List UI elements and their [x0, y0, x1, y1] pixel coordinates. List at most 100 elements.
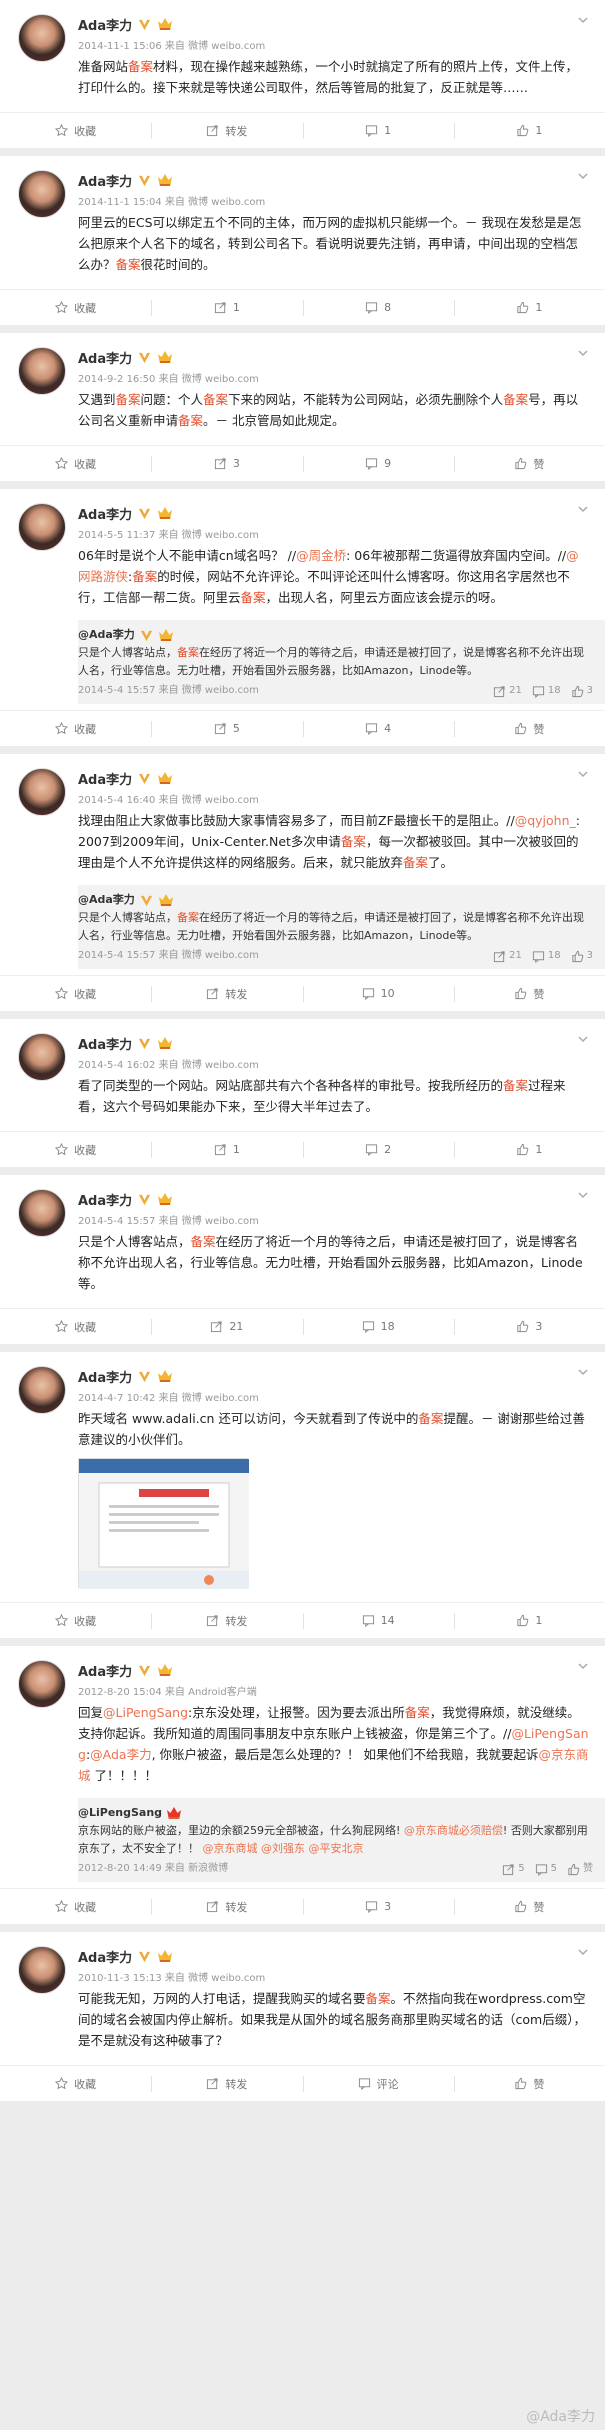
favorite-button[interactable]: 收藏 — [0, 1309, 151, 1344]
repost-button[interactable]: 3 — [151, 446, 302, 481]
repost-button[interactable]: 转发 — [151, 1603, 302, 1638]
reposted-original[interactable]: @LiPengSang 京东网站的账户被盗，里边的余额259元全部被盗，什么狗屁网… — [78, 1798, 605, 1882]
mention-link[interactable]: @周金桥 — [296, 548, 346, 563]
original-like-count[interactable]: 3 — [571, 682, 593, 700]
like-button[interactable]: 赞 — [453, 976, 605, 1011]
comment-button[interactable]: 4 — [302, 711, 454, 746]
author-name[interactable]: Ada李力 — [78, 1661, 132, 1680]
chevron-down-icon[interactable] — [577, 1033, 589, 1045]
avatar[interactable] — [18, 1189, 66, 1237]
repost-button[interactable]: 转发 — [151, 1889, 302, 1924]
mention-link[interactable]: @平安北京 — [309, 1842, 364, 1855]
comment-button[interactable]: 18 — [302, 1309, 454, 1344]
like-button[interactable]: 1 — [453, 1132, 605, 1167]
like-button[interactable]: 1 — [453, 113, 605, 148]
favorite-button[interactable]: 收藏 — [0, 711, 151, 746]
mention-link[interactable]: @LiPengSang — [103, 1705, 188, 1720]
comment-button[interactable]: 14 — [302, 1603, 454, 1638]
favorite-button[interactable]: 收藏 — [0, 1132, 151, 1167]
verified-v-icon — [139, 1371, 151, 1382]
comment-icon — [532, 950, 544, 963]
author-name[interactable]: Ada李力 — [78, 769, 132, 788]
avatar[interactable] — [18, 1660, 66, 1708]
original-repost-count[interactable]: 21 — [493, 682, 522, 700]
chevron-down-icon[interactable] — [577, 170, 589, 182]
author-name[interactable]: Ada李力 — [78, 348, 132, 367]
comment-button[interactable]: 8 — [302, 290, 454, 325]
author-name[interactable]: Ada李力 — [78, 1367, 132, 1386]
repost-button[interactable]: 转发 — [151, 976, 302, 1011]
original-comment-count[interactable]: 5 — [535, 1860, 557, 1878]
reposted-original[interactable]: @Ada李力 只是个人博客站点，备案在经历了将近一个月的等待之后，申请还是被打回了… — [78, 885, 605, 969]
author-name[interactable]: Ada李力 — [78, 1190, 132, 1209]
avatar[interactable] — [18, 14, 66, 62]
comment-button[interactable]: 9 — [302, 446, 454, 481]
like-button[interactable]: 1 — [453, 1603, 605, 1638]
repost-button[interactable]: 转发 — [151, 2066, 302, 2101]
author-name[interactable]: Ada李力 — [78, 1947, 132, 1966]
favorite-button[interactable]: 收藏 — [0, 113, 151, 148]
avatar[interactable] — [18, 170, 66, 218]
favorite-button[interactable]: 收藏 — [0, 1603, 151, 1638]
avatar[interactable] — [18, 1033, 66, 1081]
original-like-count[interactable]: 赞 — [567, 1860, 593, 1878]
repost-button[interactable]: 转发 — [151, 113, 302, 148]
like-icon — [517, 1320, 529, 1333]
original-repost-count[interactable]: 5 — [502, 1860, 525, 1878]
mention-link[interactable]: @京东商城必须赔偿 — [404, 1824, 503, 1837]
comment-button[interactable]: 3 — [302, 1889, 454, 1924]
favorite-button[interactable]: 收藏 — [0, 446, 151, 481]
mention-link[interactable]: @京东商城 — [203, 1842, 258, 1855]
favorite-button[interactable]: 收藏 — [0, 1889, 151, 1924]
chevron-down-icon[interactable] — [577, 347, 589, 359]
mention-link[interactable]: @刘强东 — [261, 1842, 305, 1855]
comment-button[interactable]: 10 — [302, 976, 454, 1011]
post-image-thumbnail[interactable] — [78, 1458, 249, 1589]
chevron-down-icon[interactable] — [577, 1189, 589, 1201]
original-repost-count[interactable]: 21 — [493, 947, 522, 965]
like-button[interactable]: 赞 — [453, 2066, 605, 2101]
like-label: 1 — [535, 124, 543, 137]
comment-button[interactable]: 2 — [302, 1132, 454, 1167]
avatar[interactable] — [18, 347, 66, 395]
original-author-name[interactable]: @Ada李力 — [78, 891, 135, 909]
author-name[interactable]: Ada李力 — [78, 504, 132, 523]
original-author-name[interactable]: @Ada李力 — [78, 626, 135, 644]
repost-button[interactable]: 1 — [151, 1132, 302, 1167]
like-button[interactable]: 1 — [453, 290, 605, 325]
chevron-down-icon[interactable] — [577, 1660, 589, 1672]
original-comment-count[interactable]: 18 — [532, 947, 561, 965]
like-button[interactable]: 赞 — [453, 446, 605, 481]
avatar[interactable] — [18, 1366, 66, 1414]
favorite-button[interactable]: 收藏 — [0, 290, 151, 325]
like-button[interactable]: 赞 — [453, 711, 605, 746]
author-name[interactable]: Ada李力 — [78, 171, 132, 190]
author-name[interactable]: Ada李力 — [78, 15, 132, 34]
original-comment-count[interactable]: 18 — [532, 682, 561, 700]
repost-button[interactable]: 21 — [151, 1309, 302, 1344]
mention-link[interactable]: @Ada李力 — [90, 1747, 151, 1762]
like-button[interactable]: 赞 — [453, 1889, 605, 1924]
comment-button[interactable]: 评论 — [302, 2066, 454, 2101]
original-like-count[interactable]: 3 — [571, 947, 593, 965]
repost-button[interactable]: 1 — [151, 290, 302, 325]
repost-button[interactable]: 5 — [151, 711, 302, 746]
repost-label: 1 — [232, 1143, 240, 1156]
avatar[interactable] — [18, 503, 66, 551]
chevron-down-icon[interactable] — [577, 503, 589, 515]
favorite-button[interactable]: 收藏 — [0, 2066, 151, 2101]
avatar[interactable] — [18, 768, 66, 816]
original-author-name[interactable]: @LiPengSang — [78, 1804, 162, 1822]
chevron-down-icon[interactable] — [577, 768, 589, 780]
like-button[interactable]: 3 — [453, 1309, 605, 1344]
reposted-original[interactable]: @Ada李力 只是个人博客站点，备案在经历了将近一个月的等待之后，申请还是被打回了… — [78, 620, 605, 704]
favorite-button[interactable]: 收藏 — [0, 976, 151, 1011]
chevron-down-icon[interactable] — [577, 1366, 589, 1378]
chevron-down-icon[interactable] — [577, 1946, 589, 1958]
comment-button[interactable]: 1 — [302, 113, 454, 148]
keyword-highlight: 备案 — [190, 1234, 216, 1249]
avatar[interactable] — [18, 1946, 66, 1994]
mention-link[interactable]: @qyjohn_ — [515, 813, 576, 828]
chevron-down-icon[interactable] — [577, 14, 589, 26]
author-name[interactable]: Ada李力 — [78, 1034, 132, 1053]
